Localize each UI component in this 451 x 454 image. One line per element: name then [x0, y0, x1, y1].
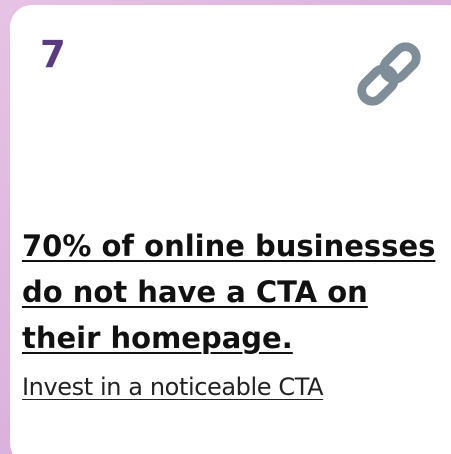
- page-background: 7 70% of online businesses do not have a…: [0, 0, 451, 454]
- cta-link[interactable]: Invest in a noticeable CTA: [22, 367, 324, 407]
- stat-card: 7 70% of online businesses do not have a…: [10, 5, 451, 454]
- link-icon: [357, 42, 421, 106]
- headline[interactable]: 70% of online businesses do not have a C…: [22, 223, 451, 361]
- headline-line[interactable]: 70% of online businesses: [22, 223, 451, 269]
- headline-line[interactable]: their homepage.: [22, 315, 451, 361]
- card-number: 7: [40, 33, 66, 76]
- headline-line[interactable]: do not have a CTA on: [22, 269, 451, 315]
